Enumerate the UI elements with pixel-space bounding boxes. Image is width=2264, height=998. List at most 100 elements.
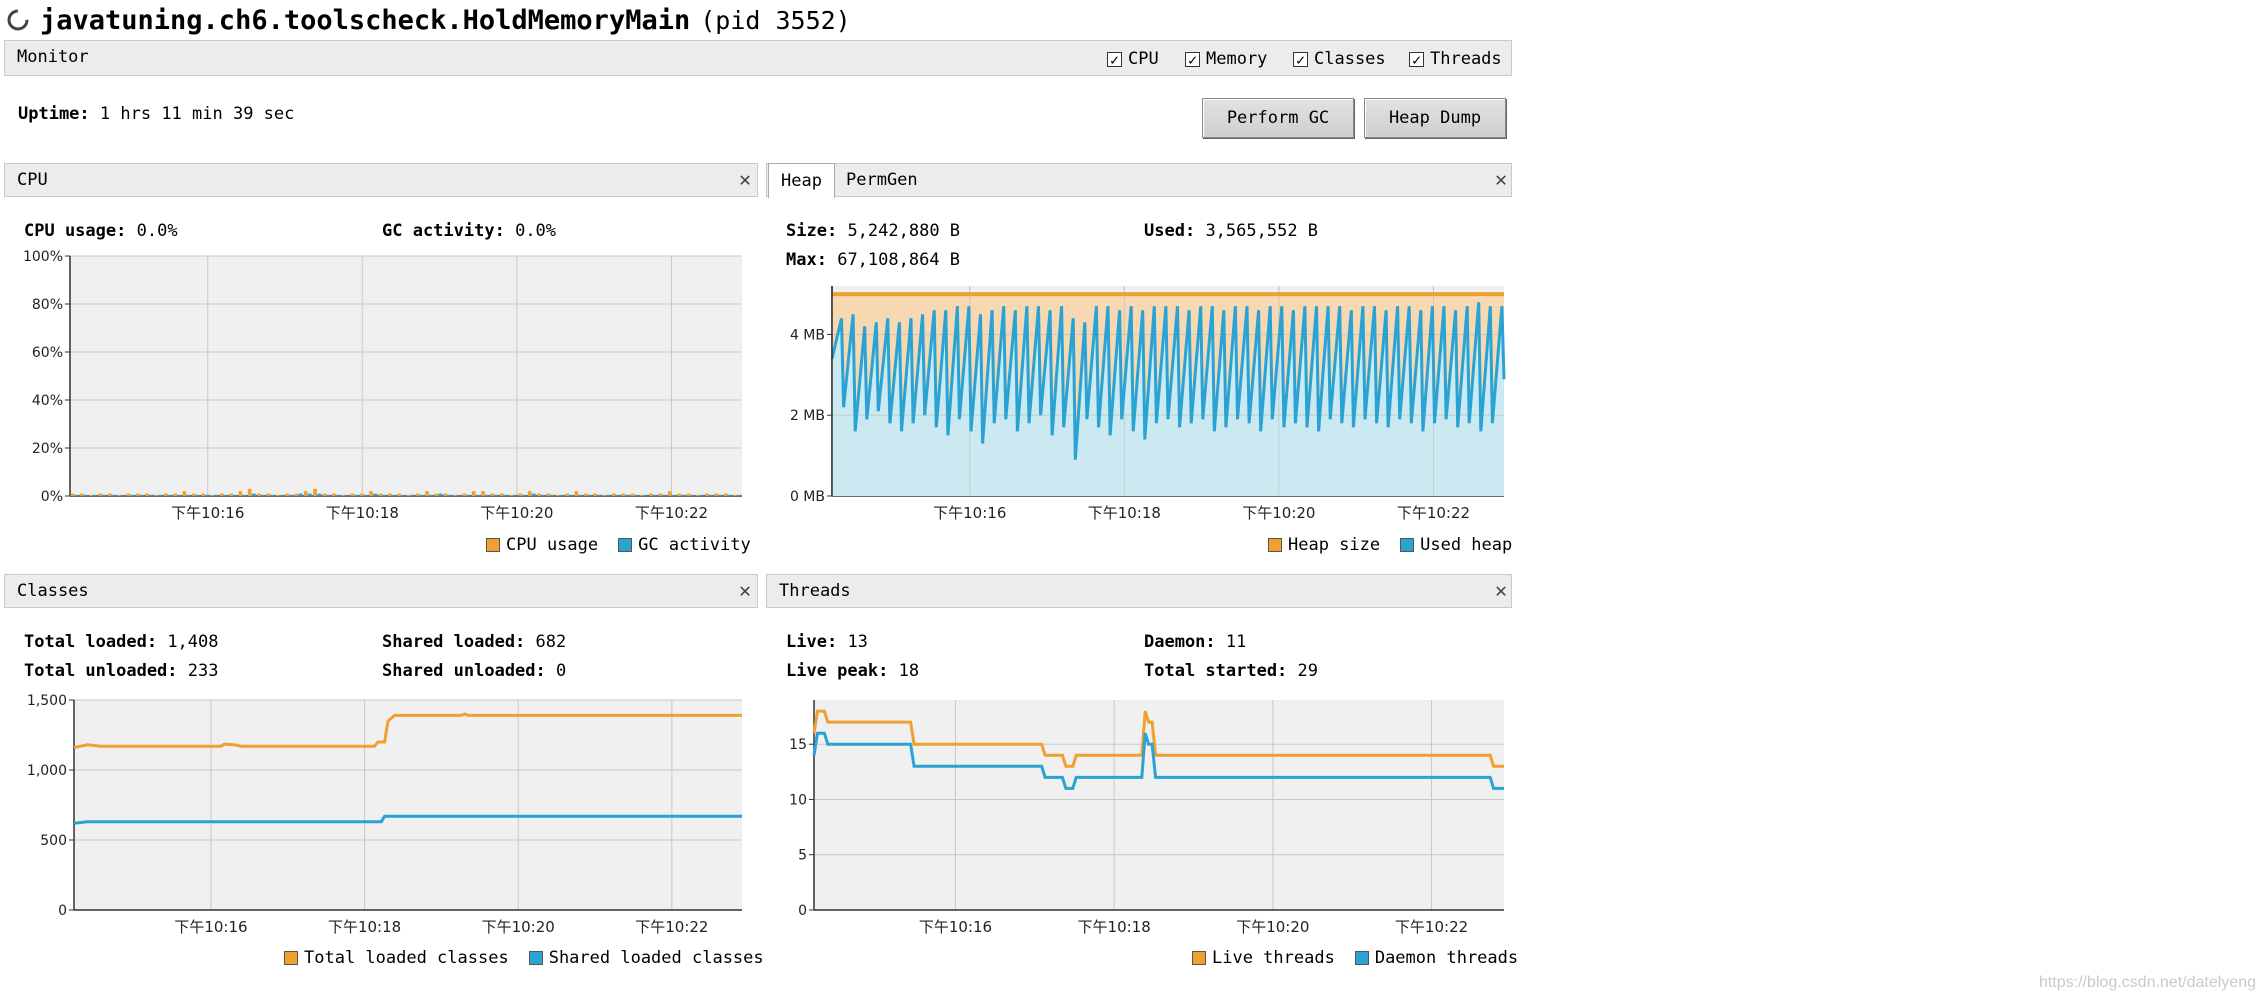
x-tick-label: 下午10:22	[1397, 504, 1470, 522]
legend-swatch-shared-loaded	[528, 951, 543, 965]
tab-heap[interactable]: Heap	[768, 163, 835, 198]
cpu-usage-bar	[341, 494, 345, 496]
cpu-usage-bar	[98, 493, 103, 496]
x-tick-label: 下午10:20	[482, 918, 555, 936]
close-icon[interactable]: ✕	[1495, 167, 1507, 191]
cpu-usage-bar	[481, 491, 485, 496]
classes-checkbox[interactable]: ✓ Classes	[1293, 49, 1386, 69]
close-icon[interactable]: ✕	[1495, 578, 1507, 602]
gc-activity-bar	[74, 494, 79, 496]
gc-activity-bar	[672, 494, 676, 496]
gc-activity-bar	[373, 493, 378, 496]
memory-checkbox[interactable]: ✓ Memory	[1185, 49, 1267, 69]
watermark: https://blog.csdn.net/datelyeng	[2038, 974, 2256, 991]
cpu-usage-bar	[266, 493, 271, 496]
gc-activity-bar	[308, 493, 312, 496]
x-tick-label: 下午10:18	[1078, 918, 1151, 936]
plot-area	[70, 256, 742, 496]
heap-chart: 下午10:16 下午10:18 下午10:20 下午10:22 4 MB 2 MB 0 MB	[790, 286, 1506, 522]
shared-loaded-stat: Shared loaded: 682	[382, 632, 567, 652]
gc-activity-bar	[625, 494, 630, 496]
gc-activity-bar	[578, 494, 583, 496]
legend-swatch-cpu-usage	[486, 538, 500, 552]
cpu-usage-bar	[677, 493, 681, 496]
y-tick-label: 0	[58, 903, 67, 919]
monitor-title: Monitor	[17, 47, 89, 67]
perform-gc-button[interactable]: Perform GC	[1202, 98, 1354, 138]
gc-activity-bar	[401, 494, 406, 496]
gc-activity-bar	[270, 494, 275, 496]
cpu-usage-bar	[658, 493, 663, 496]
heap-dump-button[interactable]: Heap Dump	[1364, 98, 1506, 138]
gc-activity-bar	[457, 494, 462, 496]
uptime: Uptime: 1 hrs 11 min 39 sec	[18, 104, 295, 124]
gc-activity-bar	[93, 494, 98, 496]
cpu-usage-bar	[285, 493, 289, 496]
cpu-usage-bar	[565, 493, 569, 496]
cpu-usage-bar	[695, 494, 700, 496]
cpu-usage-bar	[89, 494, 93, 496]
heap-used-stat: Used: 3,565,552 B	[1144, 221, 1319, 241]
cpu-usage-bar	[733, 494, 737, 496]
cpu-usage-bar	[219, 493, 224, 496]
gc-activity-bar	[186, 494, 191, 496]
cpu-usage-bar	[602, 494, 607, 496]
y-tick-label: 5	[798, 848, 807, 864]
cpu-usage-bar	[313, 488, 317, 496]
cpu-usage-bar	[359, 493, 364, 496]
y-tick-label: 0	[798, 903, 807, 919]
gc-activity-bar	[550, 494, 555, 496]
x-tick-label: 下午10:16	[919, 918, 992, 936]
cpu-panel-title: CPU	[17, 170, 48, 190]
cpu-usage-bar	[415, 493, 420, 496]
daemon-threads-stat: Daemon: 11	[1144, 632, 1247, 652]
gc-activity-bar	[298, 493, 303, 496]
live-threads-stat: Live: 13	[786, 632, 868, 652]
gc-activity-bar	[252, 493, 256, 496]
x-tick-label: 下午10:20	[1242, 504, 1315, 522]
gc-activity-bar	[140, 494, 144, 496]
tab-permgen[interactable]: PermGen	[834, 163, 930, 197]
gc-activity-bar	[280, 494, 284, 496]
gc-activity-bar	[709, 494, 714, 496]
legend-swatch-used-heap	[1400, 538, 1415, 552]
cpu-usage-bar	[527, 491, 532, 496]
y-tick-label: 0%	[41, 489, 63, 505]
gc-activity-bar	[242, 494, 247, 496]
cpu-usage-bar	[705, 493, 709, 496]
cpu-usage-bar	[406, 494, 411, 496]
gc-activity-bar	[364, 494, 368, 496]
classes-chart: 下午10:16 下午10:18 下午10:20 下午10:22 1,500 1,000 50…	[27, 693, 742, 936]
cpu-usage-bar	[453, 494, 457, 496]
y-tick-label: 1,000	[27, 763, 67, 779]
gc-activity-bar	[700, 494, 704, 496]
shared-unloaded-stat: Shared unloaded: 0	[382, 661, 567, 681]
legend-swatch-heap-size	[1268, 538, 1282, 552]
cpu-usage-bar	[593, 493, 597, 496]
cpu-usage-bar	[257, 493, 261, 496]
loading-spinner-icon	[7, 9, 29, 31]
y-tick-label: 60%	[32, 345, 63, 361]
y-tick-label: 15	[789, 737, 807, 753]
x-tick-label: 下午10:16	[174, 918, 247, 936]
heap-legend: Heap size Used heap	[1268, 535, 1512, 555]
cpu-legend: CPU usage GC activity	[486, 535, 751, 555]
gc-activity-bar	[392, 494, 396, 496]
x-tick-label: 下午10:20	[480, 504, 553, 522]
cpu-usage-bar	[686, 493, 691, 496]
threads-checkbox[interactable]: ✓ Threads	[1409, 49, 1502, 69]
cpu-checkbox[interactable]: ✓ CPU	[1107, 49, 1159, 69]
close-icon[interactable]: ✕	[739, 578, 751, 602]
window-title: javatuning.ch6.toolscheck.HoldMemoryMain	[40, 4, 691, 36]
y-tick-label: 10	[789, 792, 807, 808]
cpu-usage-bar	[182, 491, 187, 496]
legend-swatch-total-loaded	[284, 951, 298, 965]
checkbox-check-icon: ✓	[1293, 51, 1308, 67]
cpu-usage-bar	[135, 493, 140, 496]
gc-activity-bar	[130, 494, 135, 496]
y-tick-label: 40%	[32, 393, 63, 409]
gc-activity-bar	[289, 494, 294, 496]
cpu-panel-header: CPU ✕	[4, 163, 758, 197]
cpu-usage-bar	[621, 493, 625, 496]
close-icon[interactable]: ✕	[739, 167, 751, 191]
